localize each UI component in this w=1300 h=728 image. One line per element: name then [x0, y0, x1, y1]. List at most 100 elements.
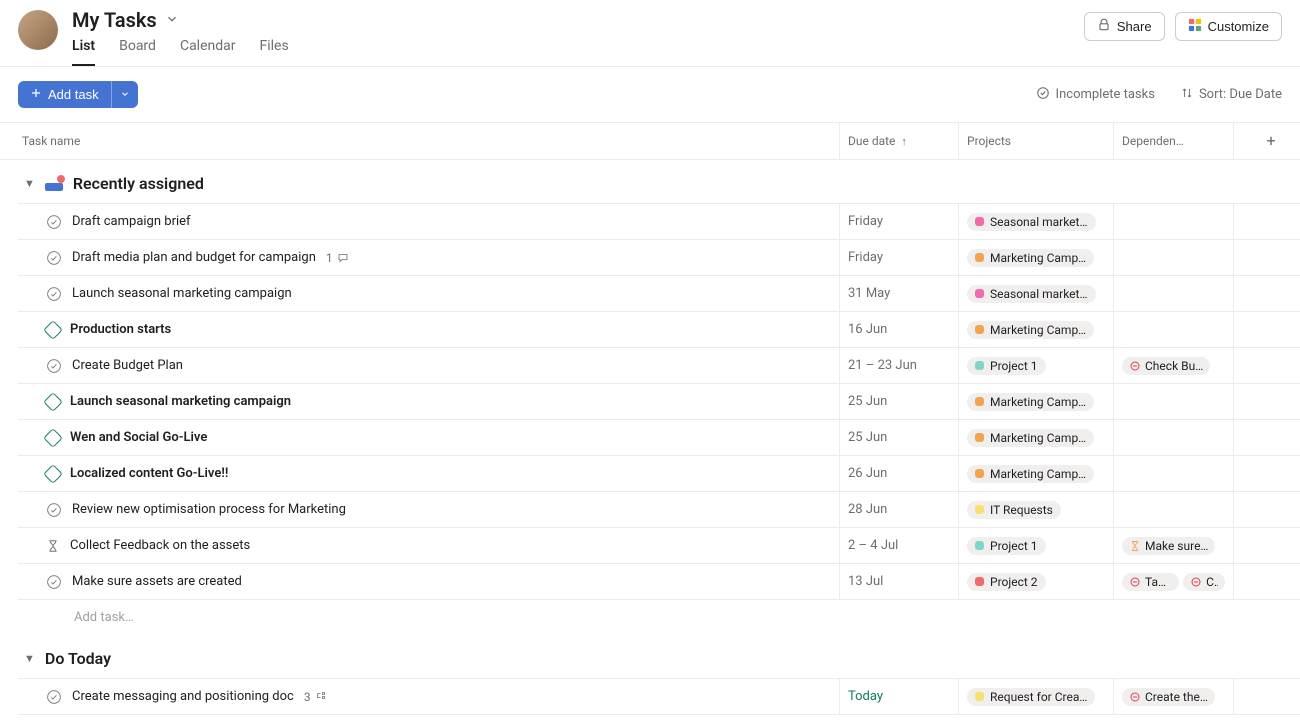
check-circle-icon[interactable] [46, 214, 62, 230]
project-pill[interactable]: Seasonal market… [967, 285, 1096, 303]
projects-cell[interactable]: Request for Crea… [958, 679, 1113, 714]
due-date-cell[interactable]: 21 – 23 Jun [839, 348, 958, 383]
project-pill[interactable]: Marketing Camp… [967, 393, 1094, 411]
projects-cell[interactable]: Marketing Camp… [958, 384, 1113, 419]
add-task-inline[interactable]: Add task… [18, 600, 1300, 635]
project-pill[interactable]: IT Requests [967, 501, 1061, 519]
due-date-cell[interactable]: 16 Jun [839, 312, 958, 347]
tab-list[interactable]: List [72, 38, 95, 66]
tab-calendar[interactable]: Calendar [180, 38, 236, 66]
projects-cell[interactable]: Marketing Camp… [958, 420, 1113, 455]
check-circle-icon[interactable] [46, 502, 62, 518]
dependencies-cell[interactable]: Check Bu… [1113, 348, 1233, 383]
task-row[interactable]: Make sure assets are created13 Jul Projec… [18, 564, 1300, 600]
collapse-icon[interactable]: ▼ [24, 652, 35, 665]
task-row[interactable]: Create Budget Plan21 – 23 Jun Project 1 Ch… [18, 348, 1300, 384]
dependencies-cell[interactable] [1113, 492, 1233, 527]
milestone-icon[interactable] [43, 320, 63, 340]
col-header-dependencies[interactable]: Dependen… [1113, 123, 1233, 159]
col-header-due[interactable]: Due date ↑ [839, 123, 958, 159]
task-row[interactable]: Draft campaign briefFridaySeasonal marke… [18, 204, 1300, 240]
project-pill[interactable]: Marketing Camp… [967, 429, 1094, 447]
project-pill[interactable]: Marketing Camp… [967, 249, 1094, 267]
customize-button[interactable]: Customize [1175, 12, 1282, 41]
task-name-cell[interactable]: Create messaging and positioning doc3 [18, 679, 839, 714]
task-name-cell[interactable]: Draft campaign brief [18, 204, 839, 239]
dependencies-cell[interactable] [1113, 456, 1233, 491]
task-name-cell[interactable]: Review new optimisation process for Mark… [18, 492, 839, 527]
project-pill[interactable]: Seasonal market… [967, 213, 1096, 231]
project-pill[interactable]: Project 1 [967, 537, 1046, 555]
due-date-cell[interactable]: Friday [839, 240, 958, 275]
avatar[interactable] [18, 10, 58, 50]
task-name-cell[interactable]: Wen and Social Go-Live [18, 420, 839, 455]
project-pill[interactable]: Marketing Camp… [967, 321, 1094, 339]
section-header[interactable]: ▼Recently assigned [0, 160, 1300, 203]
check-circle-icon[interactable] [46, 286, 62, 302]
due-date-cell[interactable]: Today [839, 679, 958, 714]
dependencies-cell[interactable]: Make sure… [1113, 528, 1233, 563]
task-name-cell[interactable]: Launch seasonal marketing campaign [18, 384, 839, 419]
task-row[interactable]: Collect Feedback on the assets2 – 4 JulP… [18, 528, 1300, 564]
sort-control[interactable]: Sort: Due Date [1181, 87, 1282, 103]
task-name-cell[interactable]: Localized content Go-Live!! [18, 456, 839, 491]
task-row[interactable]: Review new optimisation process for Mark… [18, 492, 1300, 528]
task-row[interactable]: Launch seasonal marketing campaign25 Jun… [18, 384, 1300, 420]
task-name-cell[interactable]: Make sure assets are created [18, 564, 839, 599]
add-task-button[interactable]: Add task [18, 81, 111, 108]
check-circle-icon[interactable] [46, 358, 62, 374]
dependencies-cell[interactable]: Task…C… [1113, 564, 1233, 599]
task-name-cell[interactable]: Create Budget Plan [18, 348, 839, 383]
project-pill[interactable]: Project 2 [967, 573, 1046, 591]
check-circle-icon[interactable] [46, 574, 62, 590]
col-header-projects[interactable]: Projects [958, 123, 1113, 159]
projects-cell[interactable]: Seasonal market… [958, 204, 1113, 239]
col-header-name[interactable]: Task name [0, 123, 839, 159]
dependencies-cell[interactable]: Create the… [1113, 679, 1233, 714]
dependencies-cell[interactable] [1113, 420, 1233, 455]
task-row[interactable]: Wen and Social Go-Live25 Jun Marketing Ca… [18, 420, 1300, 456]
dependencies-cell[interactable] [1113, 276, 1233, 311]
due-date-cell[interactable]: 28 Jun [839, 492, 958, 527]
tab-board[interactable]: Board [119, 38, 156, 66]
milestone-icon[interactable] [43, 392, 63, 412]
filter-incomplete[interactable]: Incomplete tasks [1036, 86, 1155, 104]
projects-cell[interactable]: Marketing Camp… [958, 240, 1113, 275]
dependency-pill[interactable]: C… [1183, 573, 1225, 591]
projects-cell[interactable]: Project 1 [958, 528, 1113, 563]
dependencies-cell[interactable] [1113, 240, 1233, 275]
project-pill[interactable]: Marketing Camp… [967, 465, 1094, 483]
dependencies-cell[interactable] [1113, 384, 1233, 419]
task-row[interactable]: Draft media plan and budget for campaign… [18, 240, 1300, 276]
task-row[interactable]: Create messaging and positioning doc3 To… [18, 679, 1300, 715]
projects-cell[interactable]: Project 2 [958, 564, 1113, 599]
projects-cell[interactable]: Marketing Camp… [958, 456, 1113, 491]
due-date-cell[interactable]: 31 May [839, 276, 958, 311]
add-column-button[interactable]: + [1233, 123, 1300, 159]
projects-cell[interactable]: IT Requests [958, 492, 1113, 527]
task-row[interactable]: Production starts16 JunMarketing Camp… [18, 312, 1300, 348]
due-date-cell[interactable]: 25 Jun [839, 420, 958, 455]
tab-files[interactable]: Files [260, 38, 289, 66]
due-date-cell[interactable]: 2 – 4 Jul [839, 528, 958, 563]
task-row[interactable]: Localized content Go-Live!!26 Jun Marketi… [18, 456, 1300, 492]
projects-cell[interactable]: Marketing Camp… [958, 312, 1113, 347]
task-row[interactable]: Launch seasonal marketing campaign31 May… [18, 276, 1300, 312]
chevron-down-icon[interactable] [165, 11, 179, 30]
projects-cell[interactable]: Project 1 [958, 348, 1113, 383]
due-date-cell[interactable]: 13 Jul [839, 564, 958, 599]
dependencies-cell[interactable] [1113, 204, 1233, 239]
share-button[interactable]: Share [1084, 12, 1165, 41]
check-circle-icon[interactable] [46, 689, 62, 705]
due-date-cell[interactable]: 25 Jun [839, 384, 958, 419]
project-pill[interactable]: Project 1 [967, 357, 1046, 375]
project-pill[interactable]: Request for Crea… [967, 688, 1095, 706]
section-header[interactable]: ▼Do Today [0, 635, 1300, 678]
due-date-cell[interactable]: 26 Jun [839, 456, 958, 491]
page-title[interactable]: My Tasks [72, 8, 157, 32]
dependency-pill[interactable]: Create the… [1122, 688, 1215, 706]
task-name-cell[interactable]: Launch seasonal marketing campaign [18, 276, 839, 311]
dependencies-cell[interactable] [1113, 312, 1233, 347]
milestone-icon[interactable] [43, 464, 63, 484]
check-circle-icon[interactable] [46, 250, 62, 266]
